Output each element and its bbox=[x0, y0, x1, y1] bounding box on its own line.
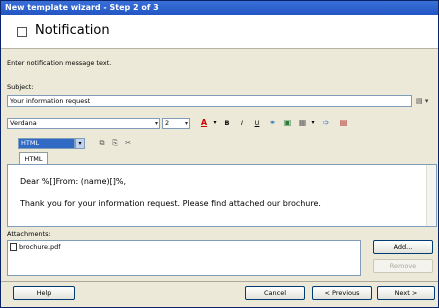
table-dropdown-icon[interactable]: ▾ bbox=[309, 117, 317, 129]
attachments-label: Attachments: bbox=[7, 230, 51, 238]
font-size-select[interactable]: 2 ▾ bbox=[162, 118, 190, 129]
footer-divider bbox=[1, 281, 438, 282]
source-view-icon[interactable]: ▤ bbox=[337, 117, 350, 129]
attachments-list[interactable]: brochure.pdf bbox=[7, 240, 361, 276]
font-color-button[interactable]: A bbox=[197, 117, 211, 129]
editor-scrollbar[interactable] bbox=[426, 165, 436, 226]
link-icon[interactable]: ⚭ bbox=[266, 117, 279, 129]
add-attachment-button[interactable]: Add... bbox=[373, 240, 433, 254]
window-title: New template wizard - Step 2 of 3 bbox=[1, 1, 438, 15]
next-button[interactable]: Next > bbox=[377, 286, 435, 300]
cancel-button[interactable]: Cancel bbox=[245, 286, 305, 300]
attachment-checkbox[interactable] bbox=[10, 243, 17, 251]
previous-button[interactable]: < Previous bbox=[312, 286, 372, 300]
list-item[interactable]: brochure.pdf bbox=[10, 243, 61, 252]
subject-input[interactable] bbox=[7, 95, 412, 107]
chevron-down-icon: ▾ bbox=[154, 120, 158, 127]
bold-button[interactable]: B bbox=[221, 117, 233, 129]
subject-label: Subject: bbox=[7, 83, 34, 91]
attachment-name: brochure.pdf bbox=[19, 243, 61, 251]
font-select[interactable]: Verdana ▾ bbox=[7, 118, 160, 129]
editor-line: Dear %[]From: (name)[]%, bbox=[20, 177, 127, 186]
italic-button[interactable]: I bbox=[236, 117, 248, 129]
chevron-down-icon[interactable]: ▾ bbox=[75, 138, 85, 149]
remove-attachment-button: Remove bbox=[373, 259, 433, 273]
insert-field-icon[interactable]: ➩ bbox=[319, 117, 333, 129]
font-select-value: Verdana bbox=[10, 119, 37, 127]
paste-icon[interactable]: ⎘ bbox=[110, 137, 120, 149]
editor-line: Thank you for your information request. … bbox=[20, 199, 321, 208]
chevron-down-icon: ▾ bbox=[184, 120, 188, 127]
wizard-header: Notification bbox=[1, 15, 438, 49]
underline-button[interactable]: U bbox=[251, 117, 263, 129]
cut-icon[interactable]: ✂ bbox=[123, 137, 133, 149]
instructions-text: Enter notification message text. bbox=[7, 59, 112, 67]
message-editor[interactable]: Dear %[]From: (name)[]%, Thank you for y… bbox=[7, 164, 437, 227]
font-size-value: 2 bbox=[165, 119, 170, 127]
notification-icon bbox=[17, 27, 27, 37]
editor-mode-select[interactable]: HTML bbox=[18, 138, 75, 149]
copy-icon[interactable]: ⧉ bbox=[97, 137, 107, 149]
subject-menu-icon[interactable]: ▤ ▾ bbox=[416, 95, 436, 107]
table-icon[interactable]: ▦ bbox=[296, 117, 309, 129]
font-color-dropdown-icon[interactable]: ▾ bbox=[211, 117, 219, 129]
help-button[interactable]: Help bbox=[13, 286, 75, 300]
image-icon[interactable]: ▣ bbox=[281, 117, 294, 129]
wizard-window: New template wizard - Step 2 of 3 Notifi… bbox=[0, 0, 439, 308]
page-title: Notification bbox=[35, 23, 110, 38]
